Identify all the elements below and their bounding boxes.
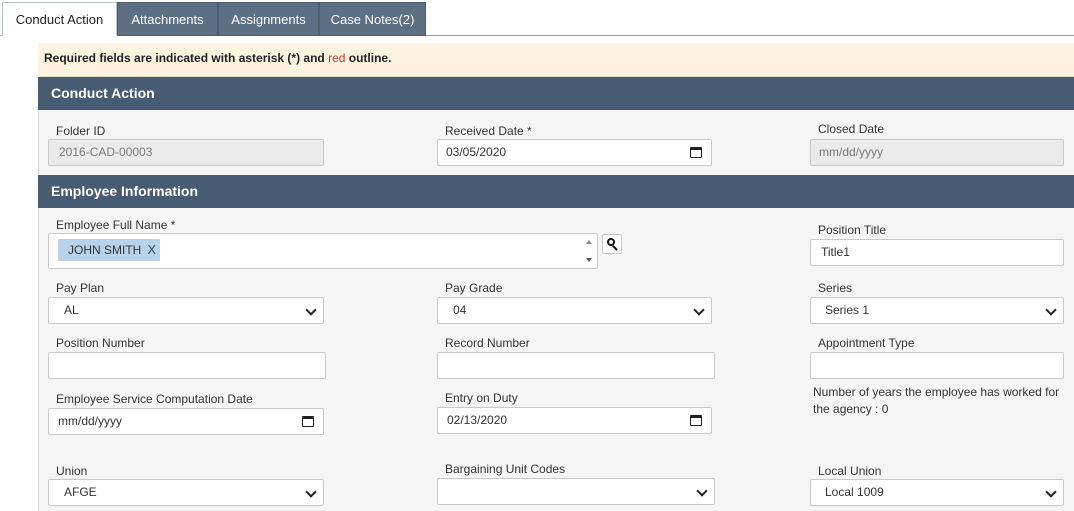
position-number-label: Position Number bbox=[56, 336, 145, 350]
closed-date-value: mm/dd/yyyy bbox=[819, 145, 884, 159]
local-union-label: Local Union bbox=[818, 464, 882, 478]
service-computation-date-input[interactable]: mm/dd/yyyy bbox=[48, 408, 324, 435]
scroll-down-icon[interactable] bbox=[586, 258, 592, 262]
local-union-value: Local 1009 bbox=[825, 485, 884, 499]
scroll-up-icon[interactable] bbox=[586, 240, 592, 244]
received-date-input[interactable]: 03/05/2020 bbox=[437, 139, 712, 166]
received-date-label: Received Date * bbox=[445, 124, 532, 138]
position-number-input[interactable] bbox=[48, 352, 326, 379]
selected-employee-chip: JOHN SMITH X bbox=[58, 239, 161, 261]
service-computation-date-value: mm/dd/yyyy bbox=[58, 414, 123, 428]
employee-full-name-label: Employee Full Name * bbox=[56, 218, 176, 232]
tab-conduct-action[interactable]: Conduct Action bbox=[2, 2, 117, 36]
closed-date-label: Closed Date bbox=[818, 122, 885, 136]
appointment-type-label: Appointment Type bbox=[818, 336, 915, 350]
pay-grade-label: Pay Grade bbox=[445, 281, 503, 295]
appointment-type-input[interactable] bbox=[810, 352, 1064, 379]
notice-red-word: red bbox=[328, 51, 346, 65]
employee-search-button[interactable] bbox=[602, 234, 622, 254]
folder-id-label: Folder ID bbox=[56, 124, 106, 138]
entry-on-duty-label: Entry on Duty bbox=[445, 391, 518, 405]
record-number-label: Record Number bbox=[445, 336, 530, 350]
series-select[interactable]: Series 1 bbox=[810, 297, 1064, 324]
tab-attachments[interactable]: Attachments bbox=[117, 2, 218, 36]
notice-text-prefix: Required fields are indicated with aster… bbox=[44, 51, 329, 65]
pay-plan-value: AL bbox=[64, 303, 79, 317]
calendar-icon[interactable] bbox=[690, 415, 702, 426]
calendar-icon[interactable] bbox=[690, 147, 702, 158]
chevron-down-icon bbox=[305, 486, 317, 498]
local-union-select[interactable]: Local 1009 bbox=[810, 479, 1064, 506]
chevron-down-icon bbox=[1045, 304, 1057, 316]
record-number-input[interactable] bbox=[437, 352, 715, 379]
received-date-value: 03/05/2020 bbox=[446, 145, 507, 159]
tab-case-notes[interactable]: Case Notes(2) bbox=[319, 2, 426, 36]
service-computation-date-label: Employee Service Computation Date bbox=[56, 392, 253, 406]
series-label: Series bbox=[818, 281, 853, 295]
entry-on-duty-input[interactable]: 02/13/2020 bbox=[437, 407, 712, 434]
tab-assignments[interactable]: Assignments bbox=[218, 2, 319, 36]
union-value: AFGE bbox=[64, 485, 97, 499]
position-title-input[interactable]: Title1 bbox=[810, 239, 1064, 266]
pay-plan-select[interactable]: AL bbox=[48, 297, 324, 324]
union-select[interactable]: AFGE bbox=[48, 479, 324, 506]
required-fields-notice: Required fields are indicated with aster… bbox=[38, 43, 1074, 77]
position-title-value: Title1 bbox=[821, 245, 850, 259]
position-title-label: Position Title bbox=[818, 223, 887, 237]
form-panel bbox=[38, 43, 1074, 511]
pay-grade-select[interactable]: 04 bbox=[437, 297, 712, 324]
years-worked-text: Number of years the employee has worked … bbox=[813, 385, 1060, 416]
folder-id-value: 2016-CAD-00003 bbox=[59, 145, 153, 159]
series-value: Series 1 bbox=[825, 303, 870, 317]
pay-plan-label: Pay Plan bbox=[56, 281, 105, 295]
bargaining-unit-codes-select[interactable] bbox=[437, 478, 715, 505]
tab-bar: Conduct Action Attachments Assignments C… bbox=[0, 0, 1074, 36]
notice-text-suffix: outline. bbox=[345, 51, 392, 65]
closed-date-input: mm/dd/yyyy bbox=[810, 139, 1064, 166]
section-header-employee-information: Employee Information bbox=[38, 175, 1074, 208]
calendar-icon[interactable] bbox=[302, 416, 314, 427]
pay-grade-value: 04 bbox=[453, 303, 467, 317]
chevron-down-icon bbox=[693, 304, 705, 316]
chevron-down-icon bbox=[696, 485, 708, 497]
bargaining-unit-codes-label: Bargaining Unit Codes bbox=[445, 462, 566, 476]
employee-full-name-field[interactable]: JOHN SMITH X bbox=[48, 233, 598, 269]
section-header-conduct-action: Conduct Action bbox=[38, 77, 1074, 110]
folder-id-field: 2016-CAD-00003 bbox=[48, 139, 324, 166]
union-label: Union bbox=[56, 464, 88, 478]
remove-icon[interactable]: X bbox=[147, 239, 156, 261]
chevron-down-icon bbox=[1045, 486, 1057, 498]
entry-on-duty-value: 02/13/2020 bbox=[447, 413, 508, 427]
chevron-down-icon bbox=[305, 304, 317, 316]
selected-employee-name: JOHN SMITH bbox=[68, 243, 142, 257]
